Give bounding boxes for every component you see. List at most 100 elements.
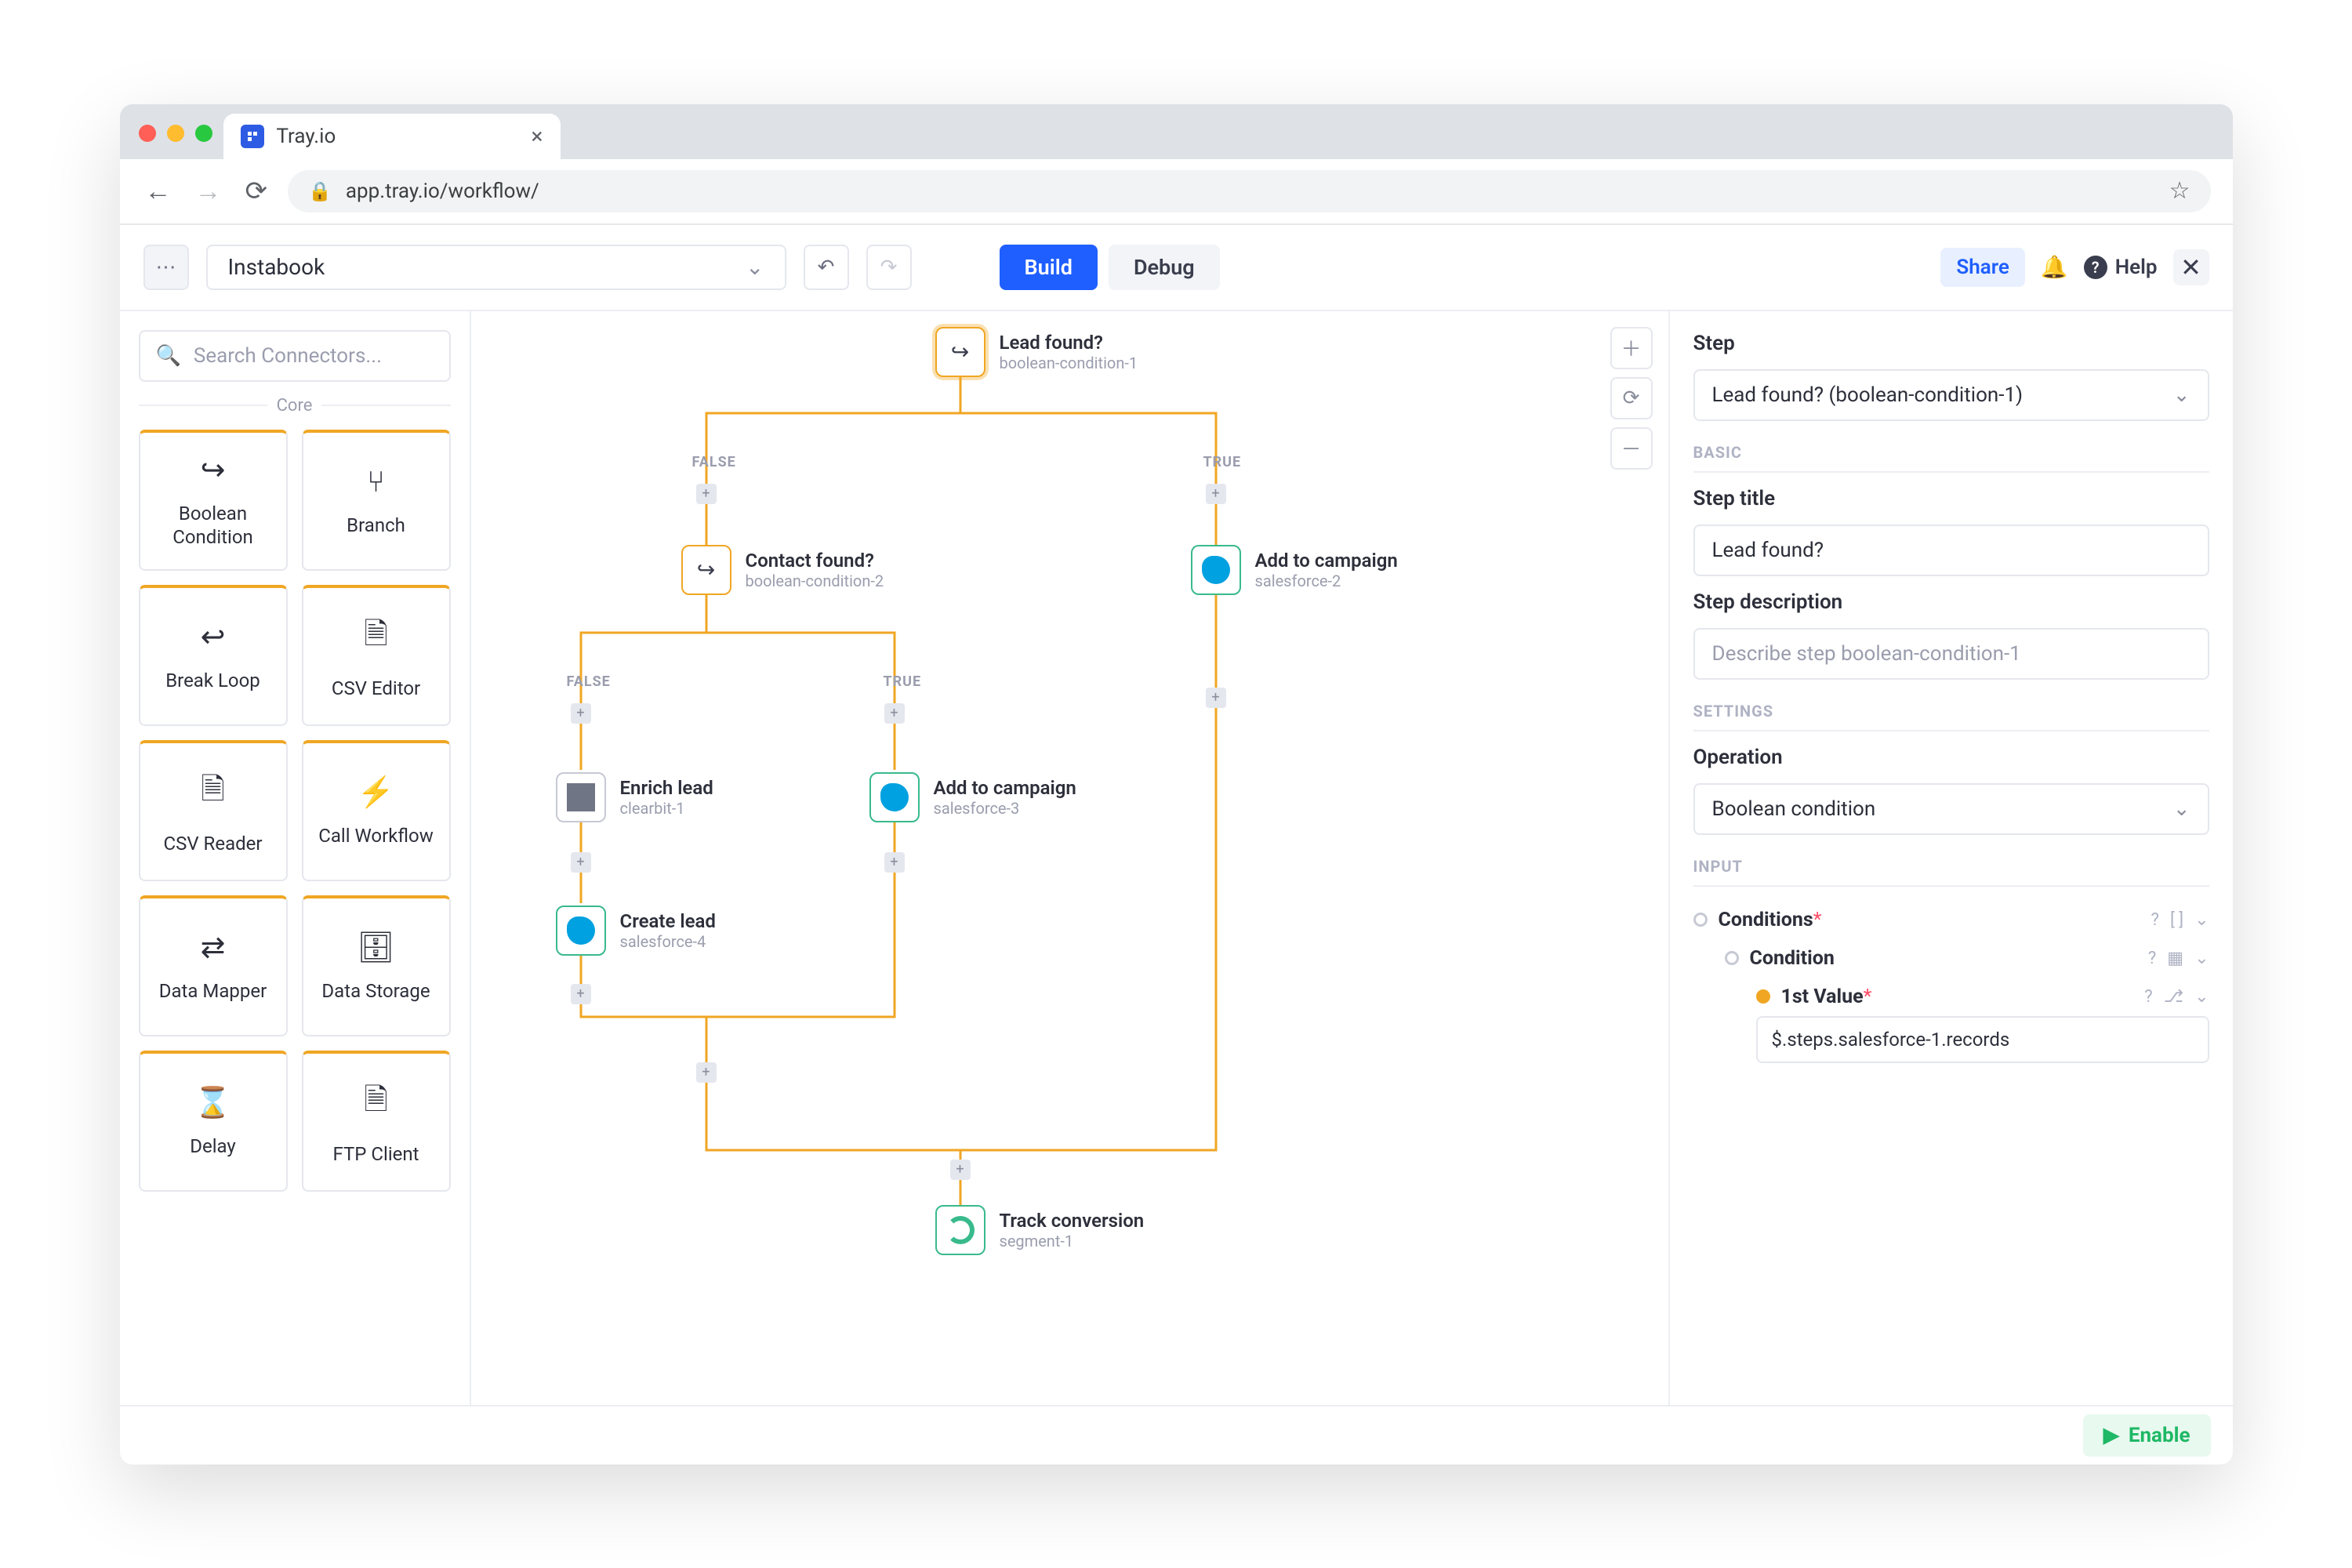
operation-select[interactable]: Boolean condition ⌄ [1693,783,2209,835]
workflow-selector[interactable]: Instabook ⌄ [206,245,786,290]
undo-button[interactable]: ↶ [804,245,849,290]
node-add-to-campaign-2[interactable]: Add to campaignsalesforce-3 [869,772,1076,822]
step-heading: Step [1693,332,2209,355]
redo-button[interactable]: ↷ [866,245,912,290]
document-search-icon: 🗎 [201,767,225,818]
node-enrich-lead[interactable]: Enrich leadclearbit-1 [556,772,713,822]
add-step-button[interactable]: + [571,703,591,724]
chevron-down-icon[interactable]: ⌄ [2194,910,2209,930]
condition-row[interactable]: Condition ?▦⌄ [1693,939,2209,978]
connector-break-loop[interactable]: ↩Break Loop [139,585,288,726]
window-controls [132,125,223,159]
node-lead-found[interactable]: ↪ Lead found?boolean-condition-1 [935,327,1138,377]
connector-data-storage[interactable]: 🗄Data Storage [302,895,451,1036]
connector-ftp-client[interactable]: 🗎FTP Client [302,1051,451,1192]
edge-label-true: TRUE [884,673,922,690]
close-window-icon[interactable] [139,125,156,142]
close-panel-button[interactable]: ✕ [2173,249,2209,285]
settings-section: SETTINGS [1693,694,2209,731]
help-icon[interactable]: ? [2148,949,2156,968]
step-title-input[interactable]: Lead found? [1693,524,2209,576]
share-button[interactable]: Share [1940,248,2024,287]
conditions-row[interactable]: Conditions* ?[ ]⌄ [1693,901,2209,939]
forward-icon[interactable]: → [192,176,225,207]
tab-title: Tray.io [277,125,336,148]
operation-label: Operation [1693,746,2209,769]
step-selector[interactable]: Lead found? (boolean-condition-1) ⌄ [1693,369,2209,421]
search-placeholder: Search Connectors... [194,344,382,368]
step-desc-input[interactable]: Describe step boolean-condition-1 [1693,628,2209,680]
segment-icon [935,1205,985,1255]
minimize-window-icon[interactable] [167,125,184,142]
close-tab-icon[interactable]: × [532,123,543,149]
add-step-button[interactable]: + [571,984,591,1004]
grid-icon[interactable]: ▦ [2167,949,2183,968]
play-icon: ▶ [2103,1424,2119,1447]
node-create-lead[interactable]: Create leadsalesforce-4 [556,906,716,956]
help-icon: ? [2084,256,2107,279]
add-step-button[interactable]: + [571,852,591,873]
connector-csv-reader[interactable]: 🗎CSV Reader [139,740,288,881]
add-step-button[interactable]: + [696,1062,717,1083]
browser-tab[interactable]: Tray.io × [223,114,561,159]
node-track-conversion[interactable]: Track conversionsegment-1 [935,1205,1145,1255]
bolt-icon: ⚡ [358,775,394,810]
browser-window: Tray.io × ← → ⟳ 🔒 app.tray.io/workflow/ … [120,104,2233,1465]
add-step-button[interactable]: + [950,1160,971,1180]
chevron-down-icon: ⌄ [2173,797,2190,821]
document-arrow-icon: 🗎 [364,1077,388,1128]
step-desc-label: Step description [1693,590,2209,614]
database-icon: 🗄 [357,931,394,965]
return-icon: ↩ [201,619,226,655]
add-step-button[interactable]: + [696,484,717,504]
connector-boolean-condition[interactable]: ↪Boolean Condition [139,430,288,571]
connector-csv-editor[interactable]: 🗎CSV Editor [302,585,451,726]
boolean-icon: ↪ [681,545,731,595]
app-toolbar: ⋯ Instabook ⌄ ↶ ↷ Build Debug Share 🔔 ? … [120,225,2233,311]
branch-icon: ↪ [201,452,226,488]
first-value-row[interactable]: 1st Value* ?⎇⌄ [1693,978,2209,1016]
step-title-label: Step title [1693,487,2209,510]
connector-delay[interactable]: ⌛Delay [139,1051,288,1192]
help-icon[interactable]: ? [2144,987,2152,1007]
first-value-path[interactable]: $.steps.salesforce-1.records [1756,1016,2209,1063]
maximize-window-icon[interactable] [195,125,212,142]
url-text: app.tray.io/workflow/ [346,180,539,203]
clearbit-icon [556,772,606,822]
tray-app: ⋯ Instabook ⌄ ↶ ↷ Build Debug Share 🔔 ? … [120,225,2233,1465]
node-contact-found[interactable]: ↪ Contact found?boolean-condition-2 [681,545,884,595]
connector-branch[interactable]: ⑂Branch [302,430,451,571]
connector-data-mapper[interactable]: ⇄Data Mapper [139,895,288,1036]
add-step-button[interactable]: + [1206,688,1226,708]
help-icon[interactable]: ? [2151,910,2159,930]
salesforce-icon [556,906,606,956]
edge-label-true: TRUE [1203,454,1242,470]
workflow-canvas[interactable]: ＋ ⟳ － [471,311,1668,1405]
bookmark-icon[interactable]: ☆ [2169,177,2190,205]
search-icon: 🔍 [156,344,181,368]
add-step-button[interactable]: + [1206,484,1226,504]
back-icon[interactable]: ← [142,176,175,207]
search-input[interactable]: 🔍 Search Connectors... [139,330,451,382]
chevron-down-icon[interactable]: ⌄ [2194,949,2209,968]
chevron-down-icon[interactable]: ⌄ [2194,987,2209,1007]
address-bar[interactable]: 🔒 app.tray.io/workflow/ ☆ [288,170,2211,212]
help-button[interactable]: ? Help [2084,256,2158,279]
debug-button[interactable]: Debug [1109,245,1220,290]
node-add-to-campaign-1[interactable]: Add to campaignsalesforce-2 [1191,545,1398,595]
notifications-icon[interactable]: 🔔 [2041,254,2068,280]
build-button[interactable]: Build [1000,245,1098,290]
add-step-button[interactable]: + [884,703,905,724]
enable-button[interactable]: ▶ Enable [2083,1414,2211,1457]
reload-icon[interactable]: ⟳ [242,176,271,207]
salesforce-icon [1191,545,1241,595]
browser-chrome: Tray.io × ← → ⟳ 🔒 app.tray.io/workflow/ … [120,104,2233,225]
add-step-button[interactable]: + [884,852,905,873]
connector-palette: 🔍 Search Connectors... Core ↪Boolean Con… [120,311,471,1405]
edge-label-false: FALSE [567,673,611,690]
path-icon[interactable]: ⎇ [2164,987,2183,1007]
menu-button[interactable]: ⋯ [143,245,189,290]
brackets-icon[interactable]: [ ] [2170,910,2183,930]
connector-call-workflow[interactable]: ⚡Call Workflow [302,740,451,881]
core-section-label: Core [139,396,451,416]
